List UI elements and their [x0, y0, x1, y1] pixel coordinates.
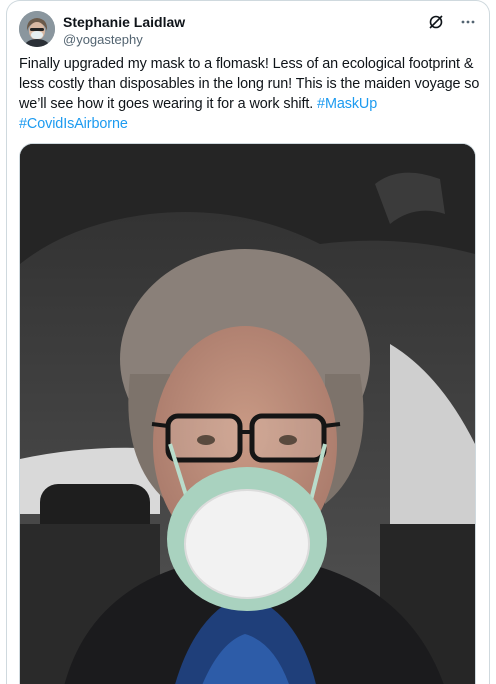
tweet-text: Finally upgraded my mask to a flomask! L…: [19, 54, 481, 134]
tweet-header: Stephanie Laidlaw @yogastephy: [19, 11, 477, 51]
tweet-body: Finally upgraded my mask to a flomask! L…: [19, 56, 480, 112]
author-names: Stephanie Laidlaw @yogastephy: [63, 13, 185, 48]
grok-slash-icon[interactable]: [427, 13, 445, 31]
display-name[interactable]: Stephanie Laidlaw: [63, 13, 185, 31]
tweet-card[interactable]: Stephanie Laidlaw @yogastephy Finally up…: [6, 0, 490, 684]
tweet-photo[interactable]: [19, 143, 476, 684]
more-ellipsis-icon[interactable]: [459, 13, 477, 31]
avatar[interactable]: [19, 11, 55, 47]
hashtag-mask-up[interactable]: #MaskUp: [317, 96, 377, 112]
handle[interactable]: @yogastephy: [63, 32, 185, 48]
header-actions: [427, 13, 477, 31]
hashtag-covid-is-airborne[interactable]: #CovidIsAirborne: [19, 116, 128, 132]
